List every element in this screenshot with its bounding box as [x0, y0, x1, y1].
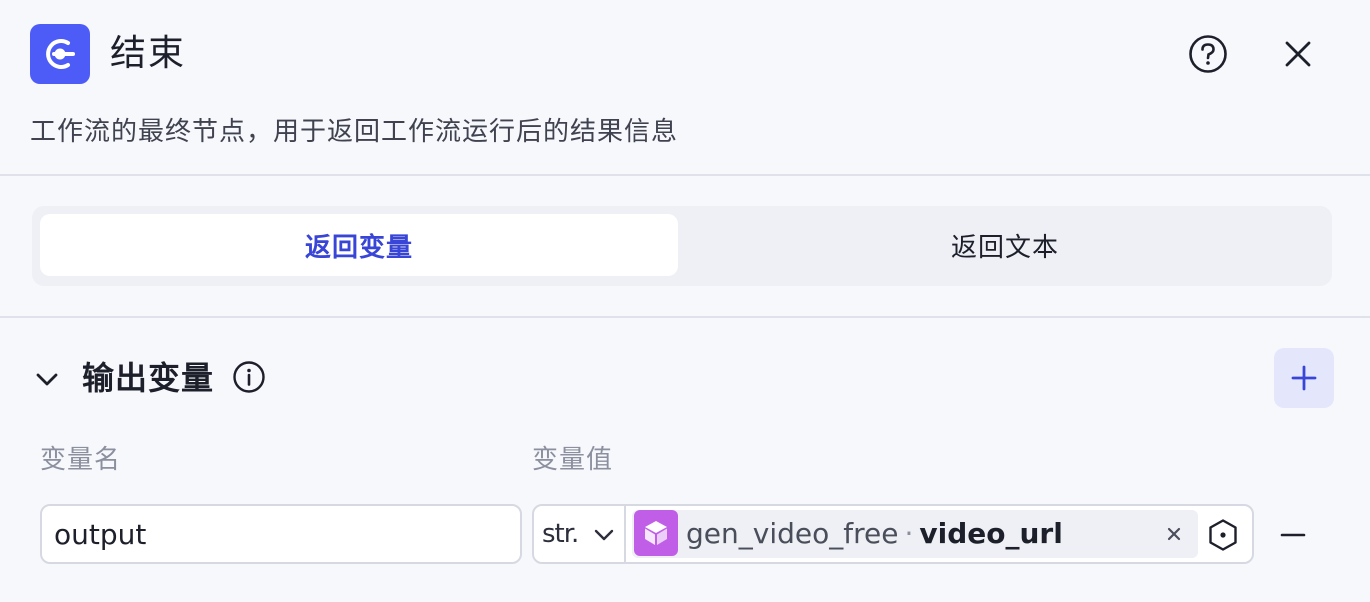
type-label: str.: [542, 519, 579, 549]
clear-reference-button[interactable]: [1162, 522, 1186, 546]
chevron-down-icon: [36, 373, 58, 386]
cube-icon: [634, 510, 678, 556]
column-header-value: 变量值: [532, 445, 614, 475]
close-button[interactable]: [1276, 32, 1320, 76]
reference-variable: video_url: [919, 517, 1063, 550]
chevron-down-icon: [594, 529, 614, 541]
plus-icon: [1291, 365, 1317, 391]
hexagon-icon: [1209, 519, 1237, 551]
panel-header: 结束 工作流的最终节点，用于返回工作流运行后的结果信息: [0, 0, 1370, 174]
variable-reference-chip[interactable]: gen_video_free · video_url: [632, 510, 1198, 558]
close-icon: [1285, 41, 1311, 67]
node-description: 工作流的最终节点，用于返回工作流运行后的结果信息: [30, 117, 679, 147]
remove-variable-button[interactable]: [1276, 518, 1310, 552]
variable-name-input[interactable]: [40, 504, 522, 564]
variable-picker-button[interactable]: [1206, 518, 1240, 552]
collapse-toggle[interactable]: [32, 364, 62, 394]
page-title: 结束: [110, 33, 187, 74]
minus-icon: [1280, 533, 1306, 537]
info-icon[interactable]: [232, 360, 266, 394]
reference-node: gen_video_free: [686, 517, 899, 550]
type-select[interactable]: str.: [534, 506, 626, 562]
question-icon: [1189, 35, 1227, 73]
header-divider: [0, 174, 1370, 176]
end-node-icon: [30, 24, 90, 84]
reference-text: gen_video_free · video_url: [686, 514, 1063, 554]
add-variable-button[interactable]: [1274, 348, 1334, 408]
reference-separator: ·: [904, 517, 914, 550]
tabs-divider: [0, 316, 1370, 318]
column-header-name: 变量名: [40, 445, 122, 475]
close-icon: [1167, 527, 1181, 541]
tab-return-variables[interactable]: 返回变量: [40, 214, 678, 276]
section-title: 输出变量: [82, 359, 215, 397]
end-node-panel: 结束 工作流的最终节点，用于返回工作流运行后的结果信息 返回变量 返回文本 输出…: [0, 0, 1370, 602]
help-button[interactable]: [1186, 32, 1230, 76]
return-mode-tabs: 返回变量 返回文本: [32, 206, 1332, 286]
tab-return-text[interactable]: 返回文本: [686, 214, 1324, 276]
variable-value-field: str. gen_video_free · video_url: [532, 504, 1254, 564]
